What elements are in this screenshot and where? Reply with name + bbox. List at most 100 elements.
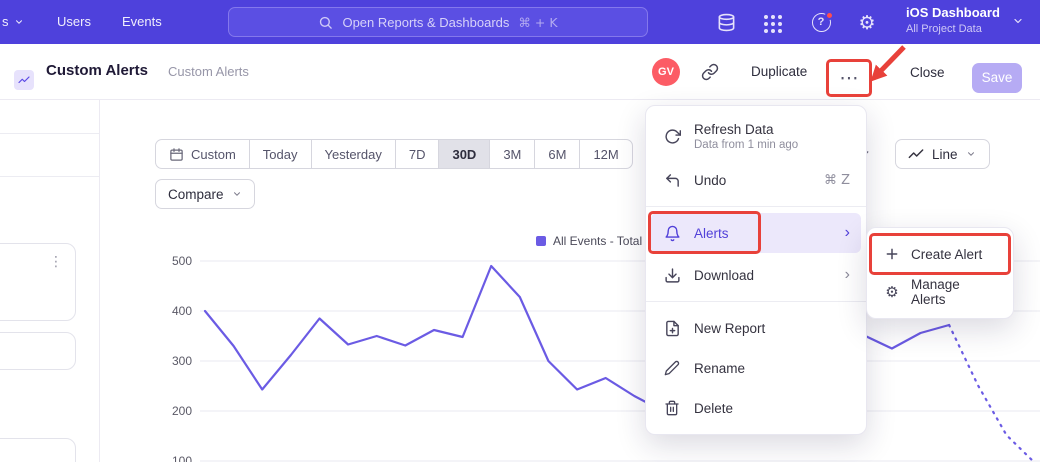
page-title: Custom Alerts bbox=[46, 62, 148, 79]
search-icon bbox=[318, 15, 333, 30]
chevron-down-icon bbox=[14, 17, 24, 27]
menu-divider bbox=[646, 206, 866, 207]
nav-item-users-label: Users bbox=[57, 14, 91, 29]
copy-link-icon[interactable] bbox=[701, 63, 719, 86]
breadcrumb: Custom Alerts bbox=[168, 64, 249, 79]
compare-button[interactable]: Compare bbox=[155, 179, 255, 209]
chart-type-button[interactable]: Line bbox=[895, 139, 990, 169]
global-search[interactable]: Open Reports & Dashboards ⌘ + K bbox=[228, 7, 648, 37]
project-selector[interactable]: iOS Dashboard All Project Data bbox=[906, 5, 1000, 35]
help-icon[interactable]: ? bbox=[810, 11, 832, 33]
nav-item-partial[interactable]: s bbox=[2, 14, 24, 29]
date-range-3m[interactable]: 3M bbox=[489, 140, 534, 168]
chart-type-label: Line bbox=[932, 147, 958, 162]
menu-item-rename[interactable]: Rename bbox=[646, 348, 866, 388]
new-report-icon bbox=[662, 318, 682, 338]
sidebar-card[interactable] bbox=[0, 438, 76, 462]
menu-item-delete[interactable]: Delete bbox=[646, 388, 866, 428]
plus-icon bbox=[883, 245, 901, 263]
menu-item-sublabel: Data from 1 min ago bbox=[694, 139, 798, 151]
settings-gear-icon[interactable]: ⚙ bbox=[856, 12, 878, 34]
save-button[interactable]: Save bbox=[972, 63, 1022, 93]
more-options-label: ⋯ bbox=[840, 67, 859, 89]
gear-icon: ⚙ bbox=[883, 283, 901, 301]
date-range-label: 7D bbox=[409, 147, 426, 162]
legend-swatch bbox=[536, 236, 546, 246]
date-range-label: 3M bbox=[503, 147, 521, 162]
date-range-label: 12M bbox=[593, 147, 618, 162]
menu-item-alerts[interactable]: Alerts › bbox=[651, 213, 861, 253]
calendar-icon bbox=[169, 147, 184, 162]
menu-item-undo[interactable]: Undo ⌘ Z bbox=[646, 160, 866, 200]
date-range-6m[interactable]: 6M bbox=[534, 140, 579, 168]
date-range-label: Today bbox=[263, 147, 298, 162]
more-options-button[interactable]: ⋯ bbox=[832, 66, 866, 92]
project-title: iOS Dashboard bbox=[906, 5, 1000, 20]
top-navigation: s Users Events Open Reports & Dashboards… bbox=[0, 0, 1040, 44]
menu-item-download[interactable]: Download › bbox=[646, 255, 866, 295]
chevron-down-icon bbox=[232, 189, 242, 199]
report-header: Custom Alerts Custom Alerts GV Duplicate… bbox=[0, 44, 1040, 100]
chevron-down-icon bbox=[966, 149, 976, 159]
submenu-item-label: Create Alert bbox=[911, 247, 982, 262]
date-range-today[interactable]: Today bbox=[249, 140, 311, 168]
menu-item-refresh-data[interactable]: Refresh Data Data from 1 min ago bbox=[646, 112, 866, 160]
sidebar-card[interactable]: ⋮ bbox=[0, 243, 76, 321]
svg-text:200: 200 bbox=[172, 404, 192, 418]
sidebar-card[interactable] bbox=[0, 332, 76, 370]
search-placeholder: Open Reports & Dashboards bbox=[342, 15, 509, 30]
app-window: s Users Events Open Reports & Dashboards… bbox=[0, 0, 1040, 462]
bell-icon bbox=[662, 223, 682, 243]
menu-item-label: Rename bbox=[694, 361, 745, 376]
download-icon bbox=[662, 265, 682, 285]
compare-label: Compare bbox=[168, 187, 224, 202]
date-range-control: Custom Today Yesterday 7D 30D 3M 6M 12M bbox=[155, 139, 633, 169]
submenu-item-label: Manage Alerts bbox=[911, 277, 997, 307]
menu-item-shortcut: ⌘ Z bbox=[824, 173, 850, 188]
refresh-icon bbox=[662, 126, 682, 146]
nav-item-partial-label: s bbox=[2, 14, 9, 29]
close-button[interactable]: Close bbox=[910, 65, 945, 80]
date-range-label: Custom bbox=[191, 147, 236, 162]
undo-icon bbox=[662, 170, 682, 190]
pencil-icon bbox=[662, 358, 682, 378]
date-range-label: 6M bbox=[548, 147, 566, 162]
date-range-label: Yesterday bbox=[325, 147, 382, 162]
line-chart-icon bbox=[908, 146, 924, 162]
svg-text:300: 300 bbox=[172, 354, 192, 368]
menu-item-label: Undo bbox=[694, 173, 726, 188]
svg-text:500: 500 bbox=[172, 254, 192, 268]
search-shortcut: ⌘ + K bbox=[518, 15, 557, 30]
notification-dot bbox=[825, 11, 834, 20]
kebab-menu-icon[interactable]: ⋮ bbox=[49, 254, 63, 270]
project-subtitle: All Project Data bbox=[906, 23, 1000, 35]
menu-item-label: New Report bbox=[694, 321, 765, 336]
nav-item-events[interactable]: Events bbox=[122, 14, 162, 29]
svg-text:400: 400 bbox=[172, 304, 192, 318]
data-management-icon[interactable] bbox=[715, 11, 737, 33]
submenu-item-create-alert[interactable]: Create Alert bbox=[873, 235, 1007, 273]
project-chevron-icon[interactable] bbox=[1012, 15, 1024, 27]
sidebar-divider bbox=[0, 133, 100, 134]
apps-grid-icon[interactable] bbox=[762, 13, 784, 35]
submenu-chevron-icon: › bbox=[845, 267, 850, 283]
context-menu: Refresh Data Data from 1 min ago Undo ⌘ … bbox=[645, 105, 867, 435]
date-range-custom[interactable]: Custom bbox=[156, 140, 249, 168]
date-range-7d[interactable]: 7D bbox=[395, 140, 439, 168]
date-range-label: 30D bbox=[452, 147, 476, 162]
nav-item-users[interactable]: Users bbox=[57, 14, 91, 29]
menu-item-label: Alerts bbox=[694, 226, 729, 241]
nav-item-events-label: Events bbox=[122, 14, 162, 29]
legend-label: All Events - Total bbox=[553, 234, 642, 248]
alerts-submenu: Create Alert ⚙ Manage Alerts bbox=[866, 227, 1014, 319]
avatar[interactable]: GV bbox=[652, 58, 680, 86]
left-sidebar: ⋮ bbox=[0, 100, 100, 462]
date-range-yesterday[interactable]: Yesterday bbox=[311, 140, 395, 168]
svg-text:100: 100 bbox=[172, 454, 192, 462]
duplicate-button[interactable]: Duplicate bbox=[751, 64, 807, 79]
menu-item-new-report[interactable]: New Report bbox=[646, 308, 866, 348]
date-range-12m[interactable]: 12M bbox=[579, 140, 631, 168]
date-range-30d-selected[interactable]: 30D bbox=[438, 140, 489, 168]
submenu-item-manage-alerts[interactable]: ⚙ Manage Alerts bbox=[873, 273, 1007, 311]
legend-item[interactable]: All Events - Total bbox=[536, 234, 642, 248]
